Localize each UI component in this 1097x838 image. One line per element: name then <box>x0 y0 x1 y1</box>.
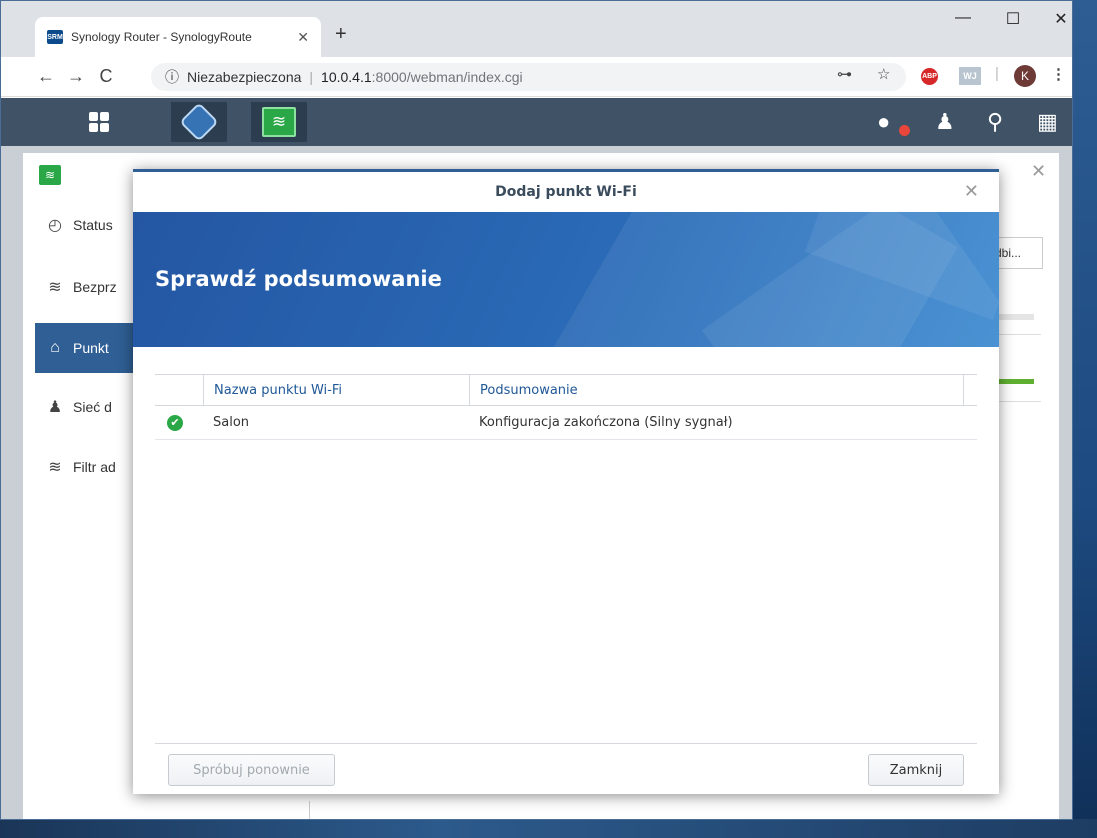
maximize-button[interactable]: ☐ <box>993 9 1033 29</box>
header-status-column <box>155 375 203 405</box>
background-signal-bar <box>999 379 1034 384</box>
main-menu-button[interactable] <box>71 102 127 142</box>
dialog-title: Dodaj punkt Wi-Fi <box>495 184 637 200</box>
forward-button[interactable]: → <box>61 66 91 87</box>
wizard-banner: Sprawdź podsumowanie <box>133 212 999 347</box>
header-summary[interactable]: Podsumowanie <box>469 375 963 405</box>
desktop-background-right <box>1072 0 1097 838</box>
info-icon[interactable]: ⓘ <box>165 67 179 87</box>
footer-divider <box>155 743 977 744</box>
background-divider <box>999 401 1041 402</box>
filter-icon: ≋ <box>48 459 62 476</box>
browser-toolbar: ← → C ⓘ Niezabezpieczona | 10.0.4.1:8000… <box>1 57 1072 97</box>
user-icon[interactable]: ♟ <box>935 109 955 135</box>
window-close-button[interactable]: ✕ <box>1041 9 1072 29</box>
sidebar-item-status[interactable]: ◴ Status <box>35 201 135 249</box>
table-row[interactable]: ✔ Salon Konfiguracja zakończona (Silny s… <box>155 406 977 440</box>
close-button[interactable]: Zamknij <box>868 754 964 786</box>
users-icon: ♟ <box>47 399 63 416</box>
success-check-icon: ✔ <box>167 414 183 431</box>
wizard-step-title: Sprawdź podsumowanie <box>155 267 442 291</box>
background-divider <box>999 334 1041 335</box>
network-center-icon <box>179 102 219 142</box>
url-host: 10.0.4.1 <box>321 69 372 85</box>
row-status-cell: ✔ <box>155 406 203 439</box>
toolbar-divider: | <box>995 65 999 82</box>
table-header: Nazwa punktu Wi-Fi Podsumowanie <box>155 374 977 406</box>
widgets-icon[interactable]: ▦ <box>1037 109 1058 135</box>
notification-badge <box>899 125 910 136</box>
sidebar-item-label: Punkt <box>73 340 109 356</box>
browser-tab[interactable]: SRM Synology Router - SynologyRoute ✕ <box>35 17 321 57</box>
sidebar-item-filter[interactable]: ≋ Filtr ad <box>35 443 135 491</box>
address-separator: | <box>309 69 314 85</box>
sidebar-item-label: Filtr ad <box>73 459 116 475</box>
wifi-point-icon: ⌂ <box>50 339 60 356</box>
tab-close-icon[interactable]: ✕ <box>297 29 309 46</box>
background-progress-bar <box>999 314 1034 320</box>
star-icon[interactable]: ☆ <box>877 65 890 83</box>
url-path: :8000/webman/index.cgi <box>371 69 523 85</box>
sidebar-item-label: Status <box>73 217 113 233</box>
summary-cell: Konfiguracja zakończona (Silny sygnał) <box>479 415 733 430</box>
sidebar-item-wireless[interactable]: ≋ Bezprz <box>35 263 135 311</box>
adblock-icon[interactable]: ABP <box>921 68 938 85</box>
main-menu-icon <box>89 112 109 132</box>
add-wifi-point-dialog: Dodaj punkt Wi-Fi ✕ Sprawdź podsumowanie… <box>133 169 999 794</box>
srm-favicon-icon: SRM <box>47 30 63 44</box>
new-tab-button[interactable]: + <box>335 23 347 46</box>
browser-window: SRM Synology Router - SynologyRoute ✕ + … <box>0 0 1073 820</box>
header-wifi-point-name[interactable]: Nazwa punktu Wi-Fi <box>203 375 469 405</box>
sidebar-item-guest-network[interactable]: ♟ Sieć d <box>35 383 135 431</box>
app-close-icon[interactable]: ✕ <box>1031 161 1046 182</box>
tab-strip: SRM Synology Router - SynologyRoute ✕ + … <box>1 1 1072 57</box>
profile-avatar[interactable]: K <box>1014 65 1036 87</box>
network-center-button[interactable] <box>171 102 227 142</box>
wifi-point-name-cell: Salon <box>213 415 250 430</box>
address-bar[interactable]: ⓘ Niezabezpieczona | 10.0.4.1:8000/webma… <box>151 63 906 91</box>
wifi-app-icon: ≋ <box>262 107 296 137</box>
browser-menu-icon[interactable]: ⋮ <box>1051 65 1066 83</box>
retry-button[interactable]: Spróbuj ponownie <box>168 754 335 786</box>
tab-title: Synology Router - SynologyRoute <box>71 30 252 44</box>
sidebar-item-wifi-point[interactable]: ⌂ Punkt <box>35 323 135 373</box>
wifi-icon: ≋ <box>48 279 62 296</box>
security-status: Niezabezpieczona <box>187 69 302 85</box>
reload-button[interactable]: C <box>91 66 121 87</box>
dialog-close-icon[interactable]: ✕ <box>964 181 979 202</box>
back-button[interactable]: ← <box>31 66 61 87</box>
gauge-icon: ◴ <box>48 217 62 234</box>
search-icon[interactable]: ⚲ <box>987 109 1003 135</box>
wifi-connect-button[interactable]: ≋ <box>251 102 307 142</box>
minimize-button[interactable]: — <box>943 9 983 27</box>
summary-table: Nazwa punktu Wi-Fi Podsumowanie ✔ Salon … <box>155 374 977 440</box>
notifications-icon[interactable]: ● <box>877 109 890 135</box>
app-wifi-icon: ≋ <box>39 165 61 185</box>
extension-wj-icon[interactable]: WJ <box>959 67 981 85</box>
sidebar-item-label: Sieć d <box>73 399 112 415</box>
content-divider <box>309 801 310 819</box>
header-spacer <box>963 375 977 405</box>
srm-taskbar: ≋ <box>1 98 1072 146</box>
key-icon[interactable]: ⊶ <box>837 65 852 83</box>
sidebar-item-label: Bezprz <box>73 279 117 295</box>
desktop-taskbar <box>0 819 1097 838</box>
